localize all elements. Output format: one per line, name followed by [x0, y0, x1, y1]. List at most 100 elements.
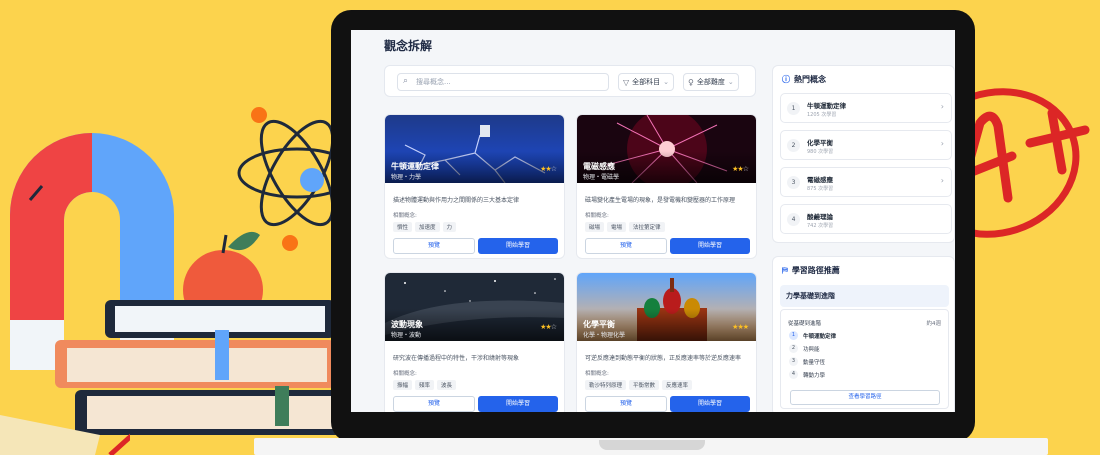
step-number: 2 — [789, 344, 798, 353]
filter-icon: ▽ — [623, 77, 630, 87]
hot-concept-item[interactable]: 2 化學平衡 980 次學習 › — [780, 130, 952, 160]
path-step[interactable]: 4 轉動力學 — [789, 370, 825, 379]
difficulty-select-label: 全部難度 — [696, 78, 725, 86]
ruler-illustration — [0, 415, 130, 455]
hot-concepts-title-text: 熱門概念 — [794, 75, 826, 84]
related-label: 相關概念: — [393, 371, 417, 377]
card-description: 描述物體運動與作用力之間關係的三大基本定律 — [393, 197, 520, 204]
preview-button[interactable]: 預覽 — [585, 238, 667, 254]
difficulty-stars: ★★☆ — [540, 323, 557, 331]
preview-button[interactable]: 預覽 — [393, 238, 475, 254]
card-subtitle: 物理・電磁學 — [583, 174, 620, 181]
star-icon: ★★★ — [732, 323, 749, 331]
concept-tag[interactable]: 慣性 — [393, 222, 413, 232]
step-number: 1 — [789, 331, 798, 340]
rank-badge: 1 — [787, 102, 800, 115]
rank-badge: 3 — [787, 176, 800, 189]
hot-concept-name: 牛頓運動定律 — [807, 102, 846, 110]
start-learning-button[interactable]: 開始學習 — [670, 238, 750, 254]
chevron-right-icon: › — [940, 176, 944, 185]
chevron-right-icon: › — [940, 139, 944, 148]
start-learning-button[interactable]: 開始學習 — [670, 396, 750, 412]
hot-concept-item[interactable]: 3 電磁感應 875 次學習 › — [780, 167, 952, 197]
difficulty-stars: ★★☆ — [540, 165, 557, 173]
step-label: 動量守恆 — [803, 359, 826, 366]
hot-concept-item[interactable]: 1 牛頓運動定律 1205 次學習 › — [780, 93, 952, 123]
card-title: 電磁感應 — [583, 162, 615, 171]
path-icon: ⛿ — [782, 265, 788, 275]
rank-badge: 4 — [787, 213, 800, 226]
concept-card[interactable]: 電磁感應 物理・電磁學 ★★☆ 磁場變化產生電場的現象，是發電機和變壓器的工作原… — [576, 114, 757, 259]
star-empty-icon: ☆ — [550, 323, 557, 331]
start-learning-button[interactable]: 開始學習 — [478, 396, 558, 412]
hot-concept-name: 電磁感應 — [807, 176, 833, 184]
hot-concept-count: 1205 次學習 — [807, 112, 837, 118]
concept-tag[interactable]: 勒沙特列原理 — [585, 380, 627, 390]
hot-concept-count: 875 次學習 — [807, 186, 834, 192]
hot-concept-name: 化學平衡 — [807, 139, 833, 147]
star-icon: ★★ — [540, 165, 552, 173]
path-from-label: 從基礎到進階 — [788, 321, 822, 327]
path-details: 從基礎到進階 約4週 1 牛頓運動定律 2 功與能 3 動量守恆 4 轉動力學 … — [780, 309, 949, 409]
step-number: 4 — [789, 370, 798, 379]
learning-path-title: ⛿ 學習路徑推薦 — [782, 265, 840, 276]
step-label: 轉動力學 — [803, 372, 826, 379]
learning-path-title-text: 學習路徑推薦 — [791, 266, 840, 275]
preview-button[interactable]: 預覽 — [393, 396, 475, 412]
card-title: 牛頓運動定律 — [391, 162, 439, 171]
concept-card[interactable]: 波動現象 物理・波動 ★★☆ 研究波在傳播過程中的特性，干涉和繞射等現象 相關概… — [384, 272, 565, 412]
concept-card[interactable]: 化學平衡 化學・物理化學 ★★★ 可逆反應達到動態平衡的狀態，正反應速率等於逆反… — [576, 272, 757, 412]
chevron-right-icon: › — [940, 102, 944, 111]
card-title: 波動現象 — [391, 320, 423, 329]
subject-select[interactable]: ▽ 全部科目 ⌄ — [618, 73, 675, 91]
star-icon: ★★ — [540, 323, 552, 331]
difficulty-stars: ★★☆ — [732, 165, 749, 173]
hot-concept-name: 酸鹼理論 — [807, 213, 833, 221]
preview-button[interactable]: 預覽 — [585, 396, 667, 412]
search-icon: ⌕ — [403, 76, 409, 86]
concept-tag[interactable]: 振幅 — [393, 380, 413, 390]
path-step[interactable]: 3 動量守恆 — [789, 357, 825, 366]
app-screen: 觀念拆解 ⌕ ▽ 全部科目 ⌄ ♀ 全部難度 ⌄ 牛頓運動定律 物理 — [351, 30, 955, 412]
concept-tag[interactable]: 力 — [442, 222, 457, 232]
path-step[interactable]: 1 牛頓運動定律 — [789, 331, 836, 340]
info-circle-icon: ⓘ — [782, 75, 790, 84]
subject-select-label: 全部科目 — [632, 78, 661, 86]
chevron-down-icon: ⌄ — [727, 78, 734, 86]
start-learning-button[interactable]: 開始學習 — [478, 238, 558, 254]
card-subtitle: 物理・波動 — [391, 332, 422, 339]
path-duration: 約4週 — [926, 321, 942, 327]
concept-tag[interactable]: 法拉第定律 — [629, 222, 665, 232]
difficulty-stars: ★★★ — [732, 323, 749, 331]
hot-concept-count: 742 次學習 — [807, 223, 834, 229]
filter-toolbar: ⌕ ▽ 全部科目 ⌄ ♀ 全部難度 ⌄ — [384, 65, 756, 97]
search-box[interactable]: ⌕ — [397, 73, 609, 91]
hot-concepts-title: ⓘ 熱門概念 — [782, 74, 826, 85]
concept-tag[interactable]: 磁場 — [585, 222, 605, 232]
difficulty-select[interactable]: ♀ 全部難度 ⌄ — [683, 73, 739, 91]
concept-tag[interactable]: 電場 — [607, 222, 627, 232]
page-title: 觀念拆解 — [384, 39, 433, 53]
path-step[interactable]: 2 功與能 — [789, 344, 820, 353]
concept-tag[interactable]: 頻率 — [415, 380, 435, 390]
card-subtitle: 化學・物理化學 — [583, 332, 626, 339]
related-label: 相關概念: — [585, 213, 609, 219]
hot-concepts-panel: ⓘ 熱門概念 1 牛頓運動定律 1205 次學習 › 2 化學平衡 980 次學… — [772, 65, 955, 243]
concept-tag[interactable]: 平衡常數 — [629, 380, 660, 390]
related-label: 相關概念: — [393, 213, 417, 219]
lightbulb-icon: ♀ — [688, 77, 694, 87]
chevron-down-icon: ⌄ — [663, 78, 670, 86]
search-input[interactable] — [416, 75, 601, 89]
step-number: 3 — [789, 357, 798, 366]
concept-tag[interactable]: 反應速率 — [662, 380, 693, 390]
concept-tag[interactable]: 波長 — [437, 380, 457, 390]
hot-concept-item[interactable]: 4 酸鹼理論 742 次學習 — [780, 204, 952, 234]
view-path-button[interactable]: 查看學習路徑 — [790, 390, 940, 405]
concept-card[interactable]: 牛頓運動定律 物理・力學 ★★☆ 描述物體運動與作用力之間關係的三大基本定律 相… — [384, 114, 565, 259]
concept-tag[interactable]: 加速度 — [415, 222, 440, 232]
related-label: 相關概念: — [585, 371, 609, 377]
hot-concept-count: 980 次學習 — [807, 149, 834, 155]
path-name[interactable]: 力學基礎到進階 — [780, 285, 949, 307]
card-description: 磁場變化產生電場的現象，是發電機和變壓器的工作原理 — [585, 197, 736, 204]
card-description: 可逆反應達到動態平衡的狀態，正反應速率等於逆反應速率 — [585, 355, 742, 362]
